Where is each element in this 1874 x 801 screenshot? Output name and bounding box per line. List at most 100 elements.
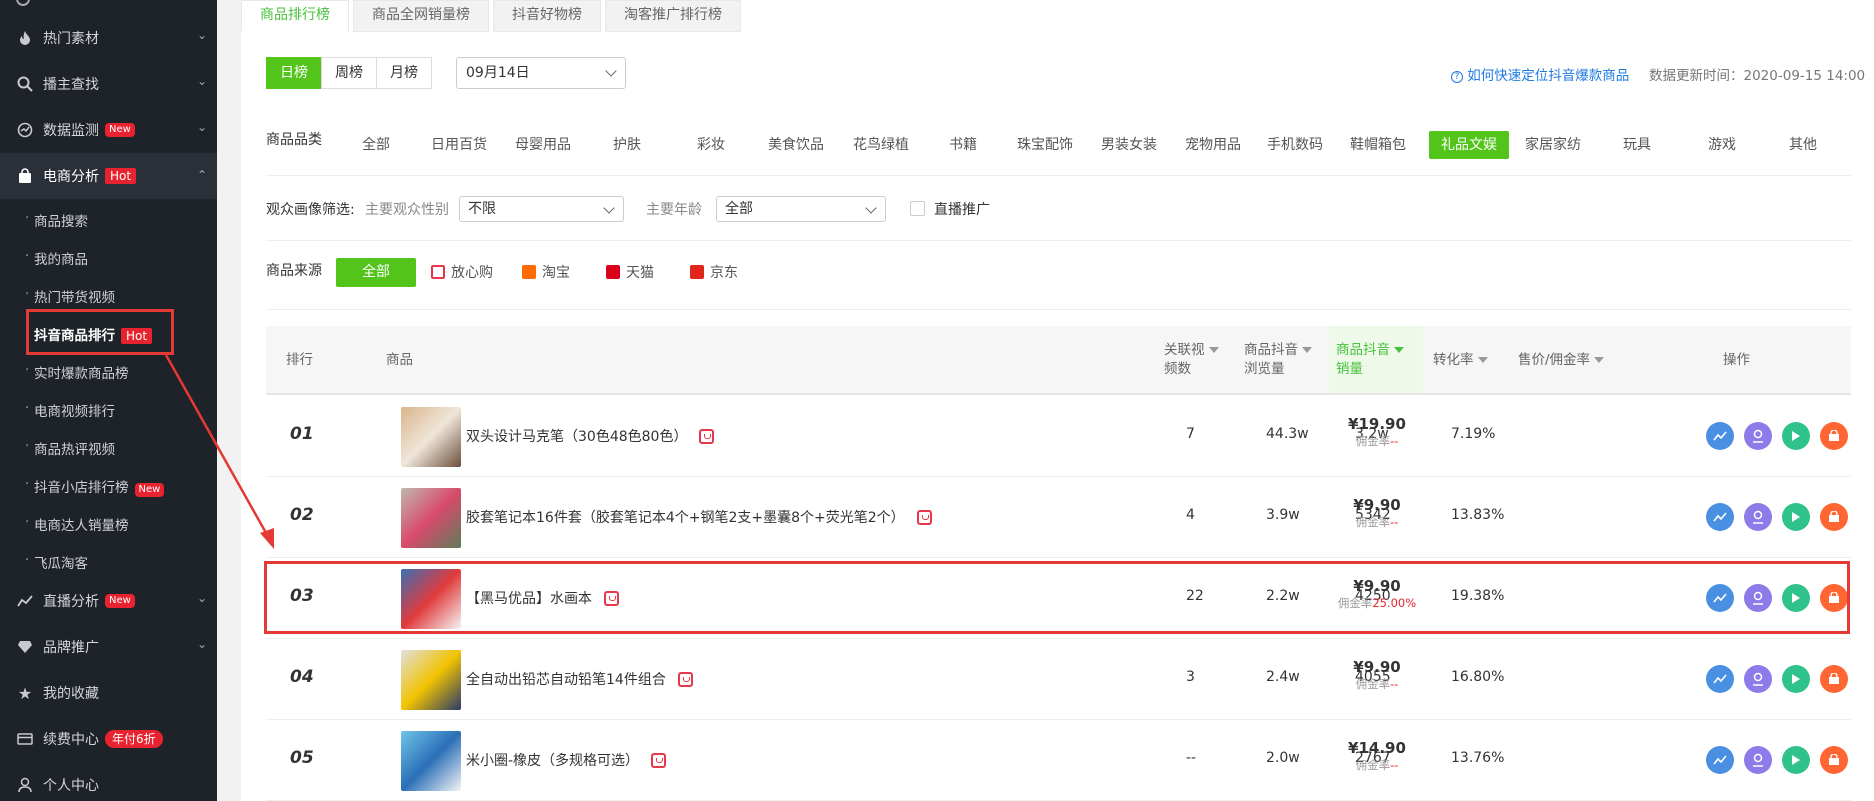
source-tmall[interactable]: 天猫 bbox=[606, 262, 654, 282]
sidebar-subitem[interactable]: 商品搜索 bbox=[25, 210, 88, 230]
video-play-icon[interactable] bbox=[1782, 665, 1810, 693]
video-play-icon[interactable] bbox=[1782, 422, 1810, 450]
category-option[interactable]: 男装女装 bbox=[1094, 131, 1164, 159]
video-play-icon[interactable] bbox=[1782, 746, 1810, 774]
sidebar-subitem[interactable]: 电商视频排行 bbox=[25, 400, 115, 420]
sidebar-subitem[interactable]: 抖音小店排行榜 New bbox=[25, 476, 165, 497]
category-option[interactable]: 家居家纺 bbox=[1518, 131, 1588, 159]
live-promo-label: 直播推广 bbox=[934, 202, 990, 218]
creator-icon[interactable] bbox=[1744, 503, 1772, 531]
product-name[interactable]: 全自动出铅芯自动铅笔14件组合 bbox=[466, 669, 693, 689]
header-videos[interactable]: 关联视 频数 bbox=[1164, 341, 1219, 379]
category-option[interactable]: 花鸟绿植 bbox=[846, 131, 916, 159]
shop-icon[interactable] bbox=[1820, 665, 1848, 693]
category-option[interactable]: 母婴用品 bbox=[508, 131, 578, 159]
live-promo-checkbox[interactable] bbox=[910, 201, 925, 216]
trend-chart-icon[interactable] bbox=[1706, 746, 1734, 774]
category-option[interactable]: 护肤 bbox=[592, 131, 662, 159]
help-link[interactable]: ? 如何快速定位抖音爆款商品 bbox=[1451, 64, 1629, 84]
source-all-button[interactable]: 全部 bbox=[336, 258, 416, 287]
sidebar-item-hot-materials[interactable]: 热门素材 ⌄ bbox=[0, 15, 217, 61]
sidebar-subitem[interactable]: 我的商品 bbox=[25, 248, 88, 268]
view-count: 3.9w bbox=[1266, 507, 1300, 523]
sidebar-item-favorites[interactable]: ★ 我的收藏 bbox=[0, 670, 217, 716]
trend-chart-icon[interactable] bbox=[1706, 422, 1734, 450]
tab-good-products[interactable]: 抖音好物榜 bbox=[493, 0, 601, 32]
header-views[interactable]: 商品抖音 浏览量 bbox=[1244, 341, 1312, 379]
category-option[interactable]: 其他 bbox=[1768, 131, 1838, 159]
date-select[interactable]: 09月14日 bbox=[456, 57, 626, 89]
header-sales[interactable]: 商品抖音 销量 bbox=[1329, 326, 1423, 393]
sidebar: 热门素材 ⌄ 播主查找 ⌄ 数据监测 New ⌄ 电商分析 Hot ⌃ 商品搜索… bbox=[0, 0, 217, 801]
category-option[interactable]: 彩妆 bbox=[676, 131, 746, 159]
product-thumbnail[interactable] bbox=[401, 488, 461, 548]
creator-icon[interactable] bbox=[1744, 746, 1772, 774]
sidebar-item-ecommerce[interactable]: 电商分析 Hot ⌃ bbox=[0, 153, 217, 199]
sort-caret-icon bbox=[1302, 347, 1312, 353]
gender-select[interactable]: 不限 bbox=[459, 196, 624, 222]
table-row[interactable]: 01 双头设计马克笔（30色48色80色） 7 44.3w 3.2w 7.19% ¥19.9… bbox=[266, 396, 1851, 477]
category-option[interactable]: 全部 bbox=[341, 131, 411, 159]
category-option[interactable]: 珠宝配饰 bbox=[1010, 131, 1080, 159]
sidebar-item-profile[interactable]: 个人中心 bbox=[0, 762, 217, 801]
category-option[interactable]: 鞋帽箱包 bbox=[1343, 131, 1413, 159]
sidebar-item-data-monitor[interactable]: 数据监测 New ⌄ bbox=[0, 107, 217, 153]
sort-caret-icon bbox=[1477, 357, 1488, 363]
video-count: -- bbox=[1186, 750, 1197, 766]
sidebar-item-live-analysis[interactable]: 直播分析 New ⌄ bbox=[0, 578, 217, 624]
source-label-text: 京东 bbox=[710, 265, 738, 281]
header-views-line2: 浏览量 bbox=[1244, 361, 1285, 377]
sidebar-subitem[interactable]: 商品热评视频 bbox=[25, 438, 115, 458]
tab-product-ranking[interactable]: 商品排行榜 bbox=[241, 0, 349, 32]
video-count: 7 bbox=[1186, 426, 1195, 442]
table-row[interactable]: 05 米小圈-橡皮（多规格可选） -- 2.0w 2767 13.76% ¥14.90 佣金率… bbox=[266, 720, 1851, 801]
sidebar-subitem[interactable]: 电商达人销量榜 bbox=[25, 514, 128, 534]
product-thumbnail[interactable] bbox=[401, 650, 461, 710]
row-actions bbox=[1706, 422, 1858, 450]
tab-network-sales[interactable]: 商品全网销量榜 bbox=[353, 0, 489, 32]
product-name[interactable]: 胶套笔记本16件套（胶套笔记本4个+钢笔2支+墨囊8个+荧光笔2个） bbox=[466, 507, 932, 527]
period-daily-button[interactable]: 日榜 bbox=[266, 57, 322, 89]
source-fangxingou[interactable]: 放心购 bbox=[431, 262, 493, 282]
category-option[interactable]: 日用百货 bbox=[424, 131, 494, 159]
product-thumbnail[interactable] bbox=[401, 407, 461, 467]
age-select[interactable]: 全部 bbox=[716, 196, 886, 222]
shop-icon[interactable] bbox=[1820, 422, 1848, 450]
sidebar-item-renewal[interactable]: 续费中心 年付6折 bbox=[0, 716, 217, 762]
shop-icon[interactable] bbox=[1820, 746, 1848, 774]
store-icon bbox=[651, 752, 667, 768]
category-option[interactable]: 手机数码 bbox=[1260, 131, 1330, 159]
table-row[interactable]: 02 胶套笔记本16件套（胶套笔记本4个+钢笔2支+墨囊8个+荧光笔2个） 4 3.9… bbox=[266, 477, 1851, 558]
category-option[interactable]: 书籍 bbox=[928, 131, 998, 159]
source-taobao[interactable]: 淘宝 bbox=[522, 262, 570, 282]
shop-icon[interactable] bbox=[1820, 503, 1848, 531]
sidebar-subitem[interactable]: 热门带货视频 bbox=[25, 286, 115, 306]
category-option[interactable]: 美食饮品 bbox=[761, 131, 831, 159]
header-videos-line2: 频数 bbox=[1164, 361, 1191, 377]
sidebar-item-brand[interactable]: 品牌推广 ⌄ bbox=[0, 624, 217, 670]
chevron-down-icon: ⌄ bbox=[196, 591, 207, 605]
product-name[interactable]: 双头设计马克笔（30色48色80色） bbox=[466, 426, 715, 446]
header-price[interactable]: 售价/佣金率 bbox=[1518, 351, 1605, 370]
category-option[interactable]: 礼品文娱 bbox=[1429, 131, 1509, 159]
product-name-text: 全自动出铅芯自动铅笔14件组合 bbox=[466, 672, 666, 688]
header-conversion[interactable]: 转化率 bbox=[1433, 351, 1488, 370]
video-play-icon[interactable] bbox=[1782, 503, 1810, 531]
trend-chart-icon[interactable] bbox=[1706, 503, 1734, 531]
creator-icon[interactable] bbox=[1744, 422, 1772, 450]
product-name[interactable]: 米小圈-橡皮（多规格可选） bbox=[466, 750, 667, 770]
category-option[interactable]: 玩具 bbox=[1602, 131, 1672, 159]
table-row[interactable]: 04 全自动出铅芯自动铅笔14件组合 3 2.4w 4055 16.80% ¥9.90 佣金率… bbox=[266, 639, 1851, 720]
sidebar-item-creator-search[interactable]: 播主查找 ⌄ bbox=[0, 61, 217, 107]
category-option[interactable]: 游戏 bbox=[1687, 131, 1757, 159]
category-option[interactable]: 宠物用品 bbox=[1178, 131, 1248, 159]
trend-chart-icon[interactable] bbox=[1706, 665, 1734, 693]
creator-icon[interactable] bbox=[1744, 665, 1772, 693]
source-jd[interactable]: 京东 bbox=[690, 262, 738, 282]
sidebar-subitem[interactable]: 实时爆款商品榜 bbox=[25, 362, 128, 382]
period-monthly-button[interactable]: 月榜 bbox=[376, 57, 432, 89]
tab-affiliate-ranking[interactable]: 淘客推广排行榜 bbox=[605, 0, 741, 32]
product-thumbnail[interactable] bbox=[401, 731, 461, 791]
sidebar-subitem[interactable]: 飞瓜淘客 bbox=[25, 552, 88, 572]
period-weekly-button[interactable]: 周榜 bbox=[321, 57, 377, 89]
